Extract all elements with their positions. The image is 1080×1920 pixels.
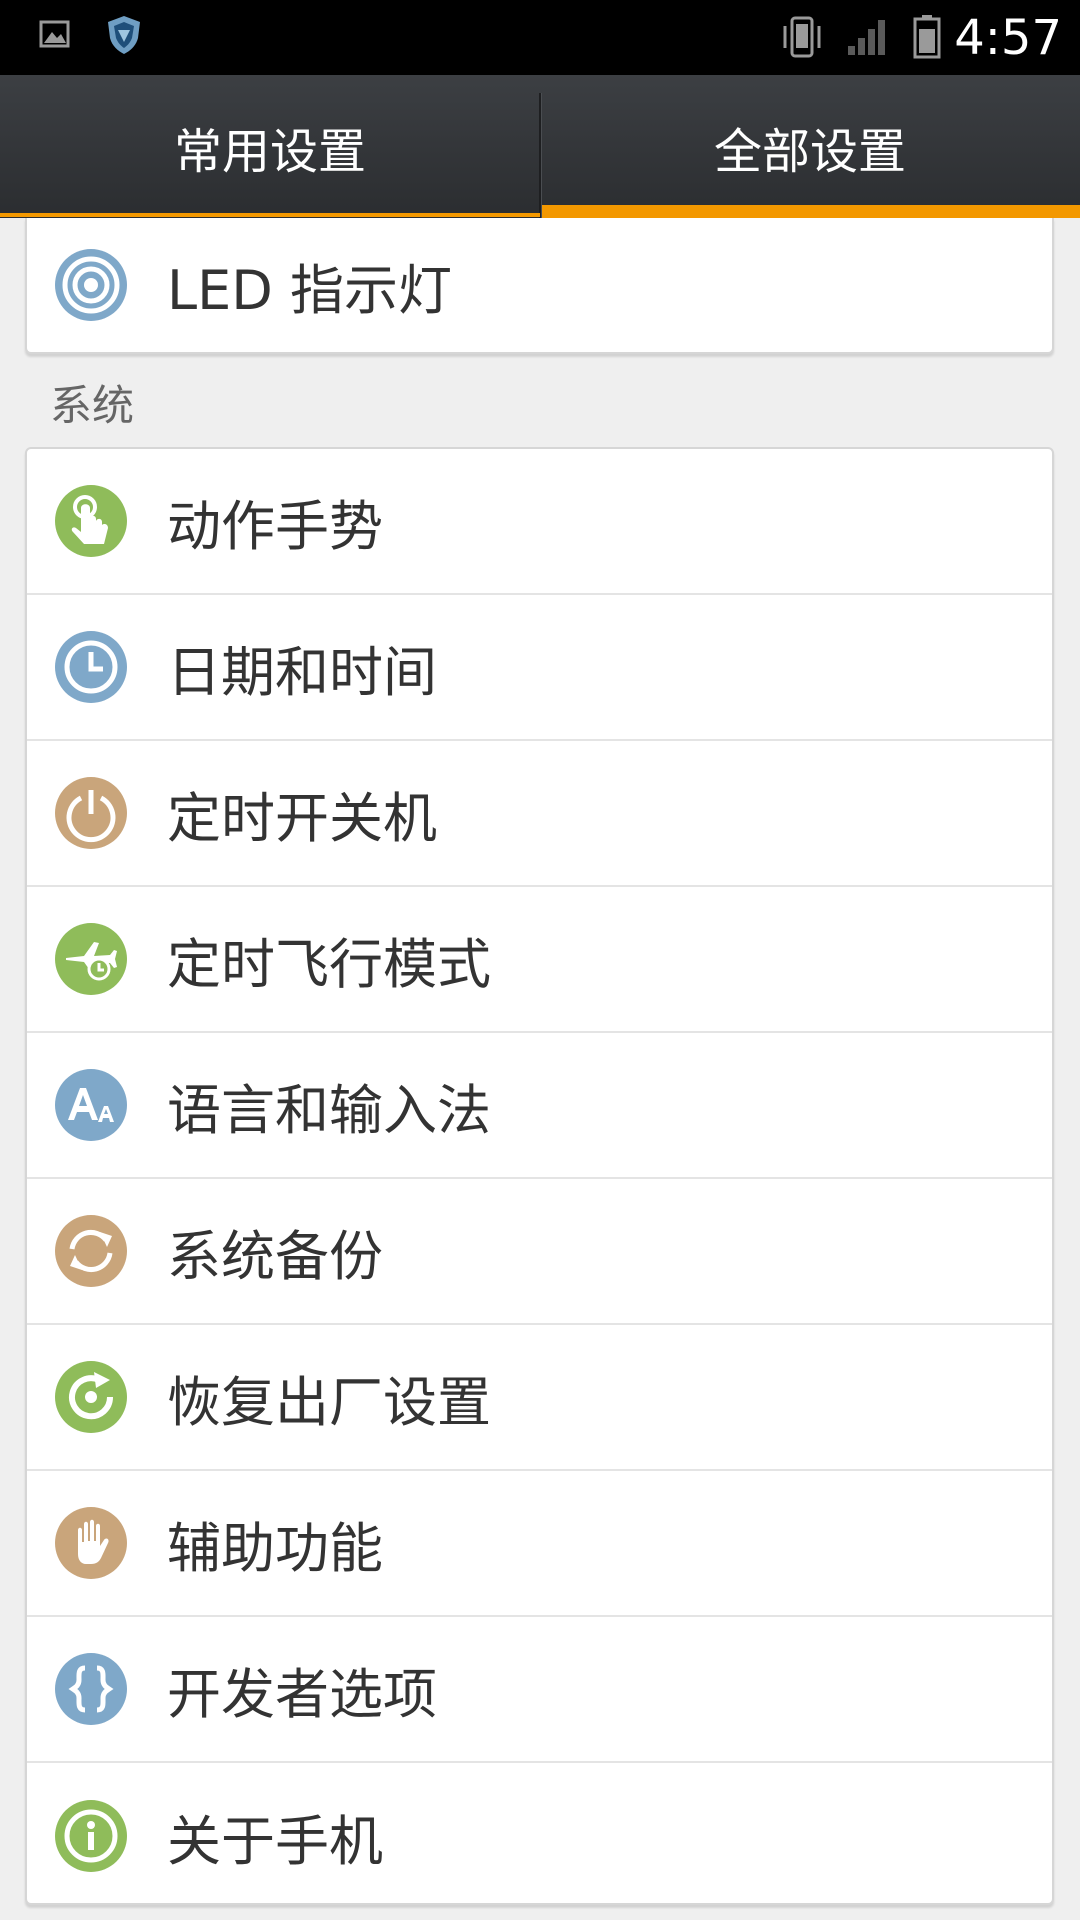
settings-item-system-backup[interactable]: 系统备份 <box>27 1179 1052 1325</box>
developer-icon <box>54 1652 128 1726</box>
settings-item-label: 动作手势 <box>167 494 383 558</box>
settings-item-scheduled-airplane[interactable]: 定时飞行模式 <box>27 887 1052 1033</box>
settings-item-label: 辅助功能 <box>167 1516 383 1580</box>
status-bar: 4:57 <box>0 0 1080 75</box>
vibrate-icon <box>780 0 824 75</box>
settings-item-label: 恢复出厂设置 <box>167 1370 491 1434</box>
clock-time: 4:57 <box>954 10 1062 66</box>
tab-all-settings[interactable]: 全部设置 <box>540 75 1080 218</box>
settings-item-label: 定时飞行模式 <box>167 932 491 996</box>
settings-item-language-input[interactable]: 语言和输入法 <box>27 1033 1052 1179</box>
settings-item-label: 定时开关机 <box>167 786 437 850</box>
settings-item-accessibility[interactable]: 辅助功能 <box>27 1471 1052 1617</box>
settings-item-about-phone[interactable]: 关于手机 <box>27 1763 1052 1909</box>
picture-icon <box>38 17 72 55</box>
tab-underline <box>0 213 540 217</box>
led-icon <box>54 248 128 322</box>
gesture-icon <box>54 484 128 558</box>
accessibility-icon <box>54 1506 128 1580</box>
power-icon <box>54 776 128 850</box>
settings-item-label: 开发者选项 <box>167 1662 437 1726</box>
info-icon <box>54 1799 128 1873</box>
settings-item-label: 日期和时间 <box>167 640 437 704</box>
battery-icon <box>912 0 942 75</box>
shield-icon <box>104 14 144 60</box>
settings-item-label: 系统备份 <box>167 1224 383 1288</box>
section-header-system: 系统 <box>50 381 135 430</box>
settings-item-label: LED 指示灯 <box>167 258 452 322</box>
clock-icon <box>54 630 128 704</box>
language-icon <box>54 1068 128 1142</box>
backup-icon <box>54 1214 128 1288</box>
settings-item-date-time[interactable]: 日期和时间 <box>27 595 1052 741</box>
signal-icon <box>846 0 888 75</box>
settings-item-factory-reset[interactable]: 恢复出厂设置 <box>27 1325 1052 1471</box>
reset-icon <box>54 1360 128 1434</box>
settings-item-gestures[interactable]: 动作手势 <box>27 449 1052 595</box>
tab-selected-indicator <box>542 205 1080 218</box>
settings-item-label: 语言和输入法 <box>167 1078 491 1142</box>
settings-item-label: 关于手机 <box>167 1809 383 1873</box>
airplane-icon <box>54 922 128 996</box>
settings-card-system: 动作手势 日期和时间 定时开关机 定时飞行模式 语言和输入法 系统备份 恢复出厂… <box>25 447 1054 1905</box>
settings-item-led[interactable]: LED 指示灯 <box>27 218 1052 352</box>
settings-item-scheduled-power[interactable]: 定时开关机 <box>27 741 1052 887</box>
tab-common-settings[interactable]: 常用设置 <box>0 75 540 218</box>
settings-card-top: LED 指示灯 <box>25 218 1054 354</box>
settings-item-developer-options[interactable]: 开发者选项 <box>27 1617 1052 1763</box>
tab-bar: 常用设置 全部设置 <box>0 75 1080 218</box>
